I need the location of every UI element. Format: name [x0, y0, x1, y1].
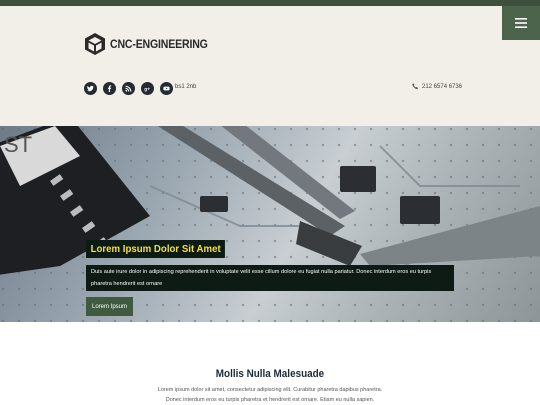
phone-contact[interactable]: 212 6574 6736	[412, 83, 462, 90]
hero-cta-button[interactable]: Lorem Ipsum	[86, 297, 134, 316]
svg-text:g+: g+	[144, 88, 150, 92]
social-links: g+	[84, 82, 173, 95]
rss-link[interactable]	[122, 82, 135, 95]
youtube-icon	[163, 86, 170, 91]
circuit-board-image: ST	[0, 126, 540, 322]
menu-button[interactable]	[502, 6, 540, 40]
phone-icon	[412, 83, 419, 90]
logo-text: CNC-ENGINEERING	[110, 37, 208, 51]
youtube-link[interactable]	[160, 82, 173, 95]
cube-logo-icon	[85, 33, 105, 55]
facebook-icon	[107, 85, 112, 92]
facebook-link[interactable]	[103, 82, 116, 95]
site-header	[0, 6, 540, 126]
hero-title: Lorem Ipsum Dolor Sit Amet	[86, 240, 226, 258]
google-plus-icon: g+	[144, 88, 150, 92]
postcode-text: bs1 2nb	[175, 84, 197, 90]
site-logo[interactable]: CNC-ENGINEERING	[84, 32, 221, 56]
google-plus-link[interactable]: g+	[141, 82, 154, 95]
hero-banner: ST	[0, 126, 540, 322]
svg-text:ST: ST	[4, 132, 32, 157]
rss-icon	[125, 85, 132, 92]
section-text-line-2: Donec interdum eros eu turpis pharetra e…	[165, 397, 375, 403]
phone-number: 212 6574 6736	[422, 83, 463, 90]
section-text-line-1: Lorem ipsum dolor sit amet, consectetur …	[157, 387, 383, 393]
twitter-link[interactable]	[84, 82, 97, 95]
hamburger-icon	[515, 18, 527, 28]
twitter-icon	[87, 85, 94, 92]
section-title: Mollis Nulla Malesuade	[215, 368, 325, 380]
hero-description: Duis aute irure dolor in adipiscing repr…	[86, 265, 454, 291]
